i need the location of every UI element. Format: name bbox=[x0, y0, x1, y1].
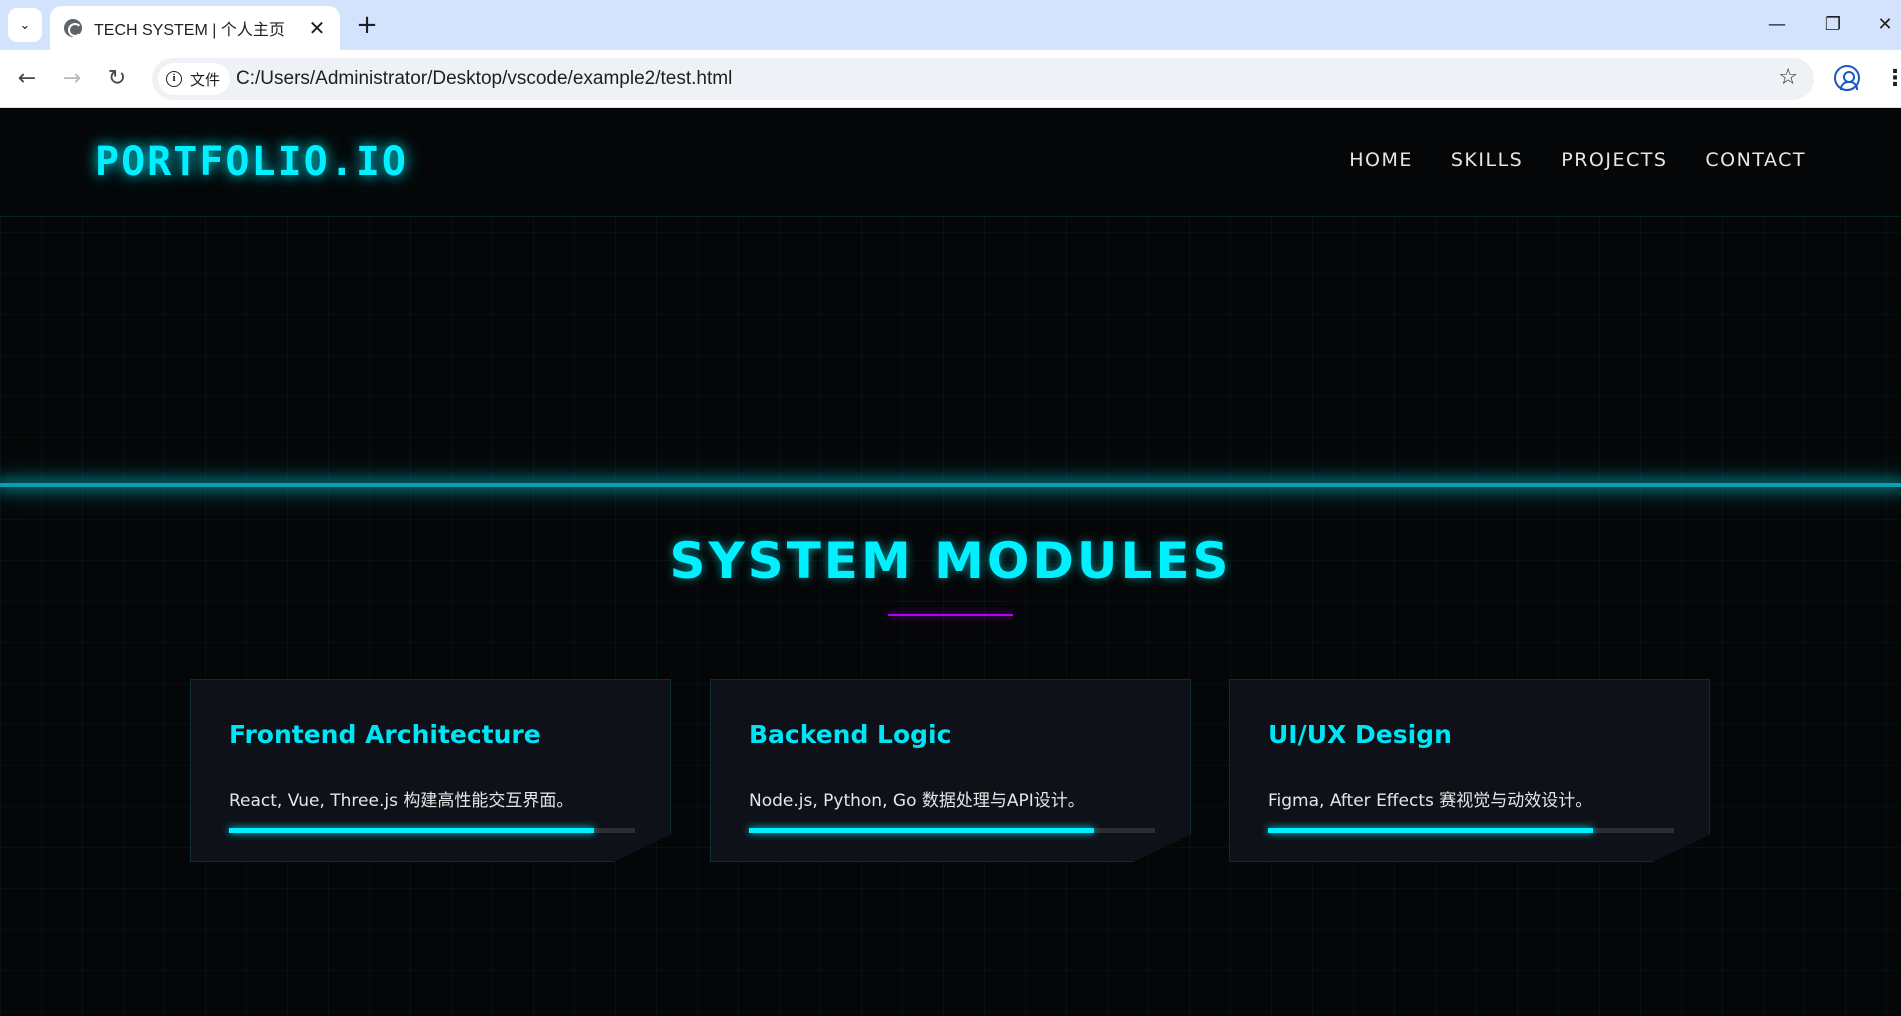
nav-projects[interactable]: PROJECTS bbox=[1561, 149, 1667, 171]
card-title: Frontend Architecture bbox=[229, 720, 541, 749]
tab-close-button[interactable]: ✕ bbox=[306, 17, 328, 39]
module-card-backend: Backend Logic Node.js, Python, Go 数据处理与A… bbox=[710, 679, 1191, 862]
minimize-icon: — bbox=[1768, 14, 1786, 35]
nav-home[interactable]: HOME bbox=[1349, 149, 1413, 171]
site-info-chip[interactable]: i 文件 bbox=[158, 63, 231, 95]
new-tab-button[interactable]: + bbox=[352, 10, 382, 40]
title-underline bbox=[888, 614, 1013, 616]
close-window-button[interactable]: ✕ bbox=[1867, 8, 1901, 42]
chevron-down-icon: ⌄ bbox=[19, 17, 31, 33]
browser-tab[interactable]: TECH SYSTEM | 个人主页 ✕ bbox=[50, 6, 340, 50]
card-description: Node.js, Python, Go 数据处理与API设计。 bbox=[749, 791, 1085, 811]
page-viewport: PORTFOLIO.IO HOME SKILLS PROJECTS CONTAC… bbox=[0, 109, 1901, 1016]
nav-contact[interactable]: CONTACT bbox=[1705, 149, 1806, 171]
module-card-design: UI/UX Design Figma, After Effects 赛视觉与动效… bbox=[1229, 679, 1710, 862]
reload-icon: ↻ bbox=[107, 66, 127, 91]
card-title: Backend Logic bbox=[749, 720, 952, 749]
site-chip-label: 文件 bbox=[190, 70, 221, 89]
section-title: SYSTEM MODULES bbox=[669, 532, 1232, 590]
tab-title: TECH SYSTEM | 个人主页 bbox=[94, 22, 285, 39]
card-description: Figma, After Effects 赛视觉与动效设计。 bbox=[1268, 791, 1593, 811]
url-text[interactable]: C:/Users/Administrator/Desktop/vscode/ex… bbox=[236, 58, 732, 100]
profile-icon[interactable] bbox=[1834, 65, 1860, 91]
star-icon[interactable]: ☆ bbox=[1778, 58, 1798, 100]
more-vert-icon[interactable]: ⋮ bbox=[1884, 64, 1901, 94]
restore-button[interactable]: ❐ bbox=[1815, 8, 1851, 42]
browser-tabstrip: ⌄ TECH SYSTEM | 个人主页 ✕ + — ❐ ✕ bbox=[0, 0, 1901, 50]
skill-progress-bar bbox=[1268, 828, 1674, 833]
forward-button[interactable]: → bbox=[57, 64, 87, 94]
module-card-frontend: Frontend Architecture React, Vue, Three.… bbox=[190, 679, 671, 862]
close-icon: ✕ bbox=[1877, 14, 1893, 35]
arrow-left-icon: ← bbox=[17, 66, 37, 91]
reload-button[interactable]: ↻ bbox=[102, 64, 132, 94]
skill-progress-bar bbox=[229, 828, 635, 833]
skill-progress-fill bbox=[749, 828, 1095, 833]
site-logo[interactable]: PORTFOLIO.IO bbox=[95, 139, 408, 185]
nav-skills[interactable]: SKILLS bbox=[1451, 149, 1523, 171]
minimize-button[interactable]: — bbox=[1759, 8, 1795, 42]
back-button[interactable]: ← bbox=[12, 64, 42, 94]
arrow-right-icon: → bbox=[62, 66, 82, 91]
site-header: PORTFOLIO.IO HOME SKILLS PROJECTS CONTAC… bbox=[0, 109, 1901, 217]
restore-icon: ❐ bbox=[1824, 14, 1842, 35]
skill-progress-fill bbox=[1268, 828, 1593, 833]
main-nav: HOME SKILLS PROJECTS CONTACT bbox=[1349, 149, 1806, 171]
skill-progress-fill bbox=[229, 828, 595, 833]
tab-search-button[interactable]: ⌄ bbox=[8, 8, 42, 42]
browser-toolbar: ← → ↻ i 文件 C:/Users/Administrator/Deskto… bbox=[0, 50, 1901, 108]
info-icon: i bbox=[166, 71, 182, 87]
card-title: UI/UX Design bbox=[1268, 720, 1452, 749]
globe-icon bbox=[64, 19, 82, 37]
address-bar[interactable]: i 文件 C:/Users/Administrator/Desktop/vsco… bbox=[152, 58, 1814, 100]
card-description: React, Vue, Three.js 构建高性能交互界面。 bbox=[229, 791, 574, 811]
skill-progress-bar bbox=[749, 828, 1155, 833]
glow-scanline bbox=[0, 483, 1901, 487]
